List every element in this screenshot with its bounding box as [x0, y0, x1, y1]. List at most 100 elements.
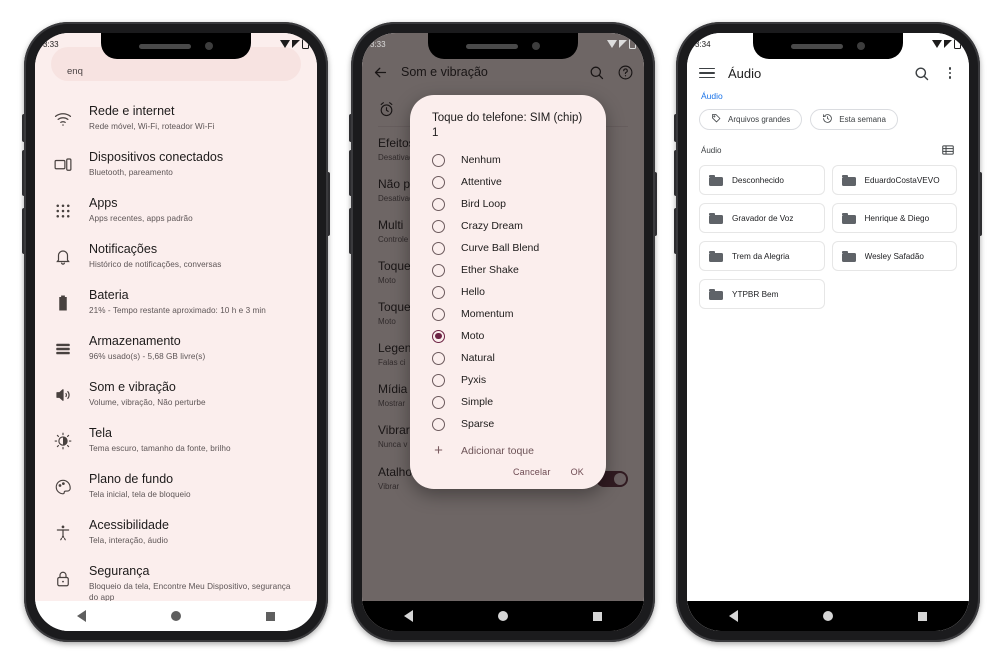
radio-button[interactable]: [432, 241, 445, 255]
cancel-button[interactable]: Cancelar: [513, 467, 551, 477]
volume-down-button[interactable]: [349, 150, 353, 196]
nav-recents-icon[interactable]: [917, 611, 927, 621]
chip-label: Arquivos grandes: [728, 115, 791, 124]
nav-home-icon[interactable]: [822, 611, 833, 621]
settings-item-subtitle: Bloqueio da tela, Encontre Meu Dispositi…: [89, 582, 291, 601]
sidebar-item-bateria[interactable]: Bateria 21% - Tempo restante aproximado:…: [35, 279, 317, 325]
add-ringtone-button[interactable]: + Adicionar toque: [410, 437, 606, 461]
ringtone-option-nenhum[interactable]: Nenhum: [410, 149, 606, 171]
ringtone-option-natural[interactable]: Natural: [410, 347, 606, 369]
nav-back-icon[interactable]: [77, 610, 87, 622]
ringtone-option-simple[interactable]: Simple: [410, 391, 606, 413]
nav-recents-icon[interactable]: [592, 611, 602, 621]
folder-item[interactable]: Henrique & Diego: [831, 203, 957, 233]
radio-button[interactable]: [432, 351, 445, 365]
folder-item[interactable]: Wesley Safadão: [831, 241, 957, 271]
folder-item[interactable]: YTPBR Bem: [699, 279, 825, 309]
ok-button[interactable]: OK: [571, 467, 584, 477]
volume-up-button[interactable]: [349, 114, 353, 142]
radio-button[interactable]: [432, 395, 445, 409]
section-header: Áudio: [701, 143, 955, 157]
battery-status-icon: [954, 37, 961, 49]
nav-home-icon[interactable]: [170, 611, 181, 621]
sidebar-item-dispositivos-conectados[interactable]: Dispositivos conectados Bluetooth, parea…: [35, 141, 317, 187]
sound-settings-screen: Som e vibração: [362, 33, 644, 631]
volume-up-button[interactable]: [674, 114, 678, 142]
list-view-icon[interactable]: [941, 143, 955, 157]
radio-button[interactable]: [432, 373, 445, 387]
plus-icon: +: [434, 442, 443, 459]
status-clock: 3:33: [43, 39, 59, 49]
ringtone-option-label: Nenhum: [461, 154, 501, 166]
power-button[interactable]: [22, 208, 26, 254]
power-button[interactable]: [674, 208, 678, 254]
radio-button[interactable]: [432, 417, 445, 431]
folder-item[interactable]: EduardoCostaVEVO: [831, 165, 957, 195]
folder-item[interactable]: Gravador de Voz: [699, 203, 825, 233]
radio-button-selected[interactable]: [432, 329, 445, 343]
ringtone-option-ether-shake[interactable]: Ether Shake: [410, 259, 606, 281]
volume-down-button[interactable]: [674, 150, 678, 196]
sidebar-item-som-e-vibracao[interactable]: Som e vibração Volume, vibração, Não per…: [35, 371, 317, 417]
ringtone-option-moto[interactable]: Moto: [410, 325, 606, 347]
nav-home-icon[interactable]: [497, 611, 508, 621]
side-button-right[interactable]: [978, 172, 982, 236]
radio-button[interactable]: [432, 153, 445, 167]
ringtone-option-label: Moto: [461, 330, 485, 342]
sidebar-item-notificacoes[interactable]: Notificações Histórico de notificações, …: [35, 233, 317, 279]
nav-back-icon[interactable]: [404, 610, 414, 622]
settings-item-title: Apps: [89, 196, 118, 210]
sidebar-item-acessibilidade[interactable]: Acessibilidade Tela, interação, áudio: [35, 509, 317, 555]
sidebar-item-rede-e-internet[interactable]: Rede e internet Rede móvel, Wi-Fi, rotea…: [35, 95, 317, 141]
ringtone-option-label: Curve Ball Blend: [461, 242, 540, 254]
sidebar-item-plano-de-fundo[interactable]: Plano de fundo Tela inicial, tela de blo…: [35, 463, 317, 509]
sidebar-item-armazenamento[interactable]: Armazenamento 96% usado(s) - 5,68 GB liv…: [35, 325, 317, 371]
breadcrumb[interactable]: Áudio: [701, 91, 723, 101]
radio-button[interactable]: [432, 219, 445, 233]
ringtone-option-curve-ball-blend[interactable]: Curve Ball Blend: [410, 237, 606, 259]
ringtone-option-attentive[interactable]: Attentive: [410, 171, 606, 193]
ringtone-option-label: Crazy Dream: [461, 220, 523, 232]
lock-icon: [53, 569, 73, 589]
ringtone-option-momentum[interactable]: Momentum: [410, 303, 606, 325]
ringtone-option-bird-loop[interactable]: Bird Loop: [410, 193, 606, 215]
chip-arquivos-grandes[interactable]: Arquivos grandes: [699, 109, 803, 130]
ringtone-option-label: Momentum: [461, 308, 514, 320]
brightness-icon: [53, 431, 73, 451]
sidebar-item-seguranca[interactable]: Segurança Bloqueio da tela, Encontre Meu…: [35, 555, 317, 601]
nav-back-icon[interactable]: [729, 610, 739, 622]
signal-status-icon: [292, 40, 300, 48]
radio-button[interactable]: [432, 197, 445, 211]
folder-item[interactable]: Desconhecido: [699, 165, 825, 195]
settings-item-subtitle: Rede móvel, Wi-Fi, roteador Wi-Fi: [89, 122, 215, 131]
sidebar-item-apps[interactable]: Apps Apps recentes, apps padrão: [35, 187, 317, 233]
nav-recents-icon[interactable]: [265, 611, 275, 621]
kebab-menu-icon[interactable]: [943, 66, 957, 80]
radio-button[interactable]: [432, 307, 445, 321]
wifi-status-icon: [280, 40, 290, 48]
volume-up-button[interactable]: [22, 114, 26, 142]
ringtone-option-pyxis[interactable]: Pyxis: [410, 369, 606, 391]
ringtone-option-list: Nenhum Attentive Bird Loop Crazy Dream C…: [410, 149, 606, 437]
ringtone-option-hello[interactable]: Hello: [410, 281, 606, 303]
front-camera: [532, 42, 540, 50]
phone2-notch: [428, 33, 578, 59]
radio-button[interactable]: [432, 285, 445, 299]
chip-esta-semana[interactable]: Esta semana: [810, 109, 898, 130]
folder-item[interactable]: Trem da Alegria: [699, 241, 825, 271]
ringtone-option-sparse[interactable]: Sparse: [410, 413, 606, 435]
settings-item-subtitle: Tela, interação, áudio: [89, 536, 168, 545]
files-audio-screen: Áudio Áudio Arquivos grandes Esta semana…: [687, 33, 969, 631]
side-button-right[interactable]: [653, 172, 657, 236]
earpiece-speaker: [466, 43, 518, 49]
power-button[interactable]: [349, 208, 353, 254]
ringtone-option-crazy-dream[interactable]: Crazy Dream: [410, 215, 606, 237]
settings-item-title: Acessibilidade: [89, 518, 169, 532]
radio-button[interactable]: [432, 175, 445, 189]
hamburger-icon[interactable]: [699, 67, 715, 79]
search-icon[interactable]: [913, 65, 930, 82]
side-button-right[interactable]: [326, 172, 330, 236]
sidebar-item-tela[interactable]: Tela Tema escuro, tamanho da fonte, bril…: [35, 417, 317, 463]
radio-button[interactable]: [432, 263, 445, 277]
volume-down-button[interactable]: [22, 150, 26, 196]
